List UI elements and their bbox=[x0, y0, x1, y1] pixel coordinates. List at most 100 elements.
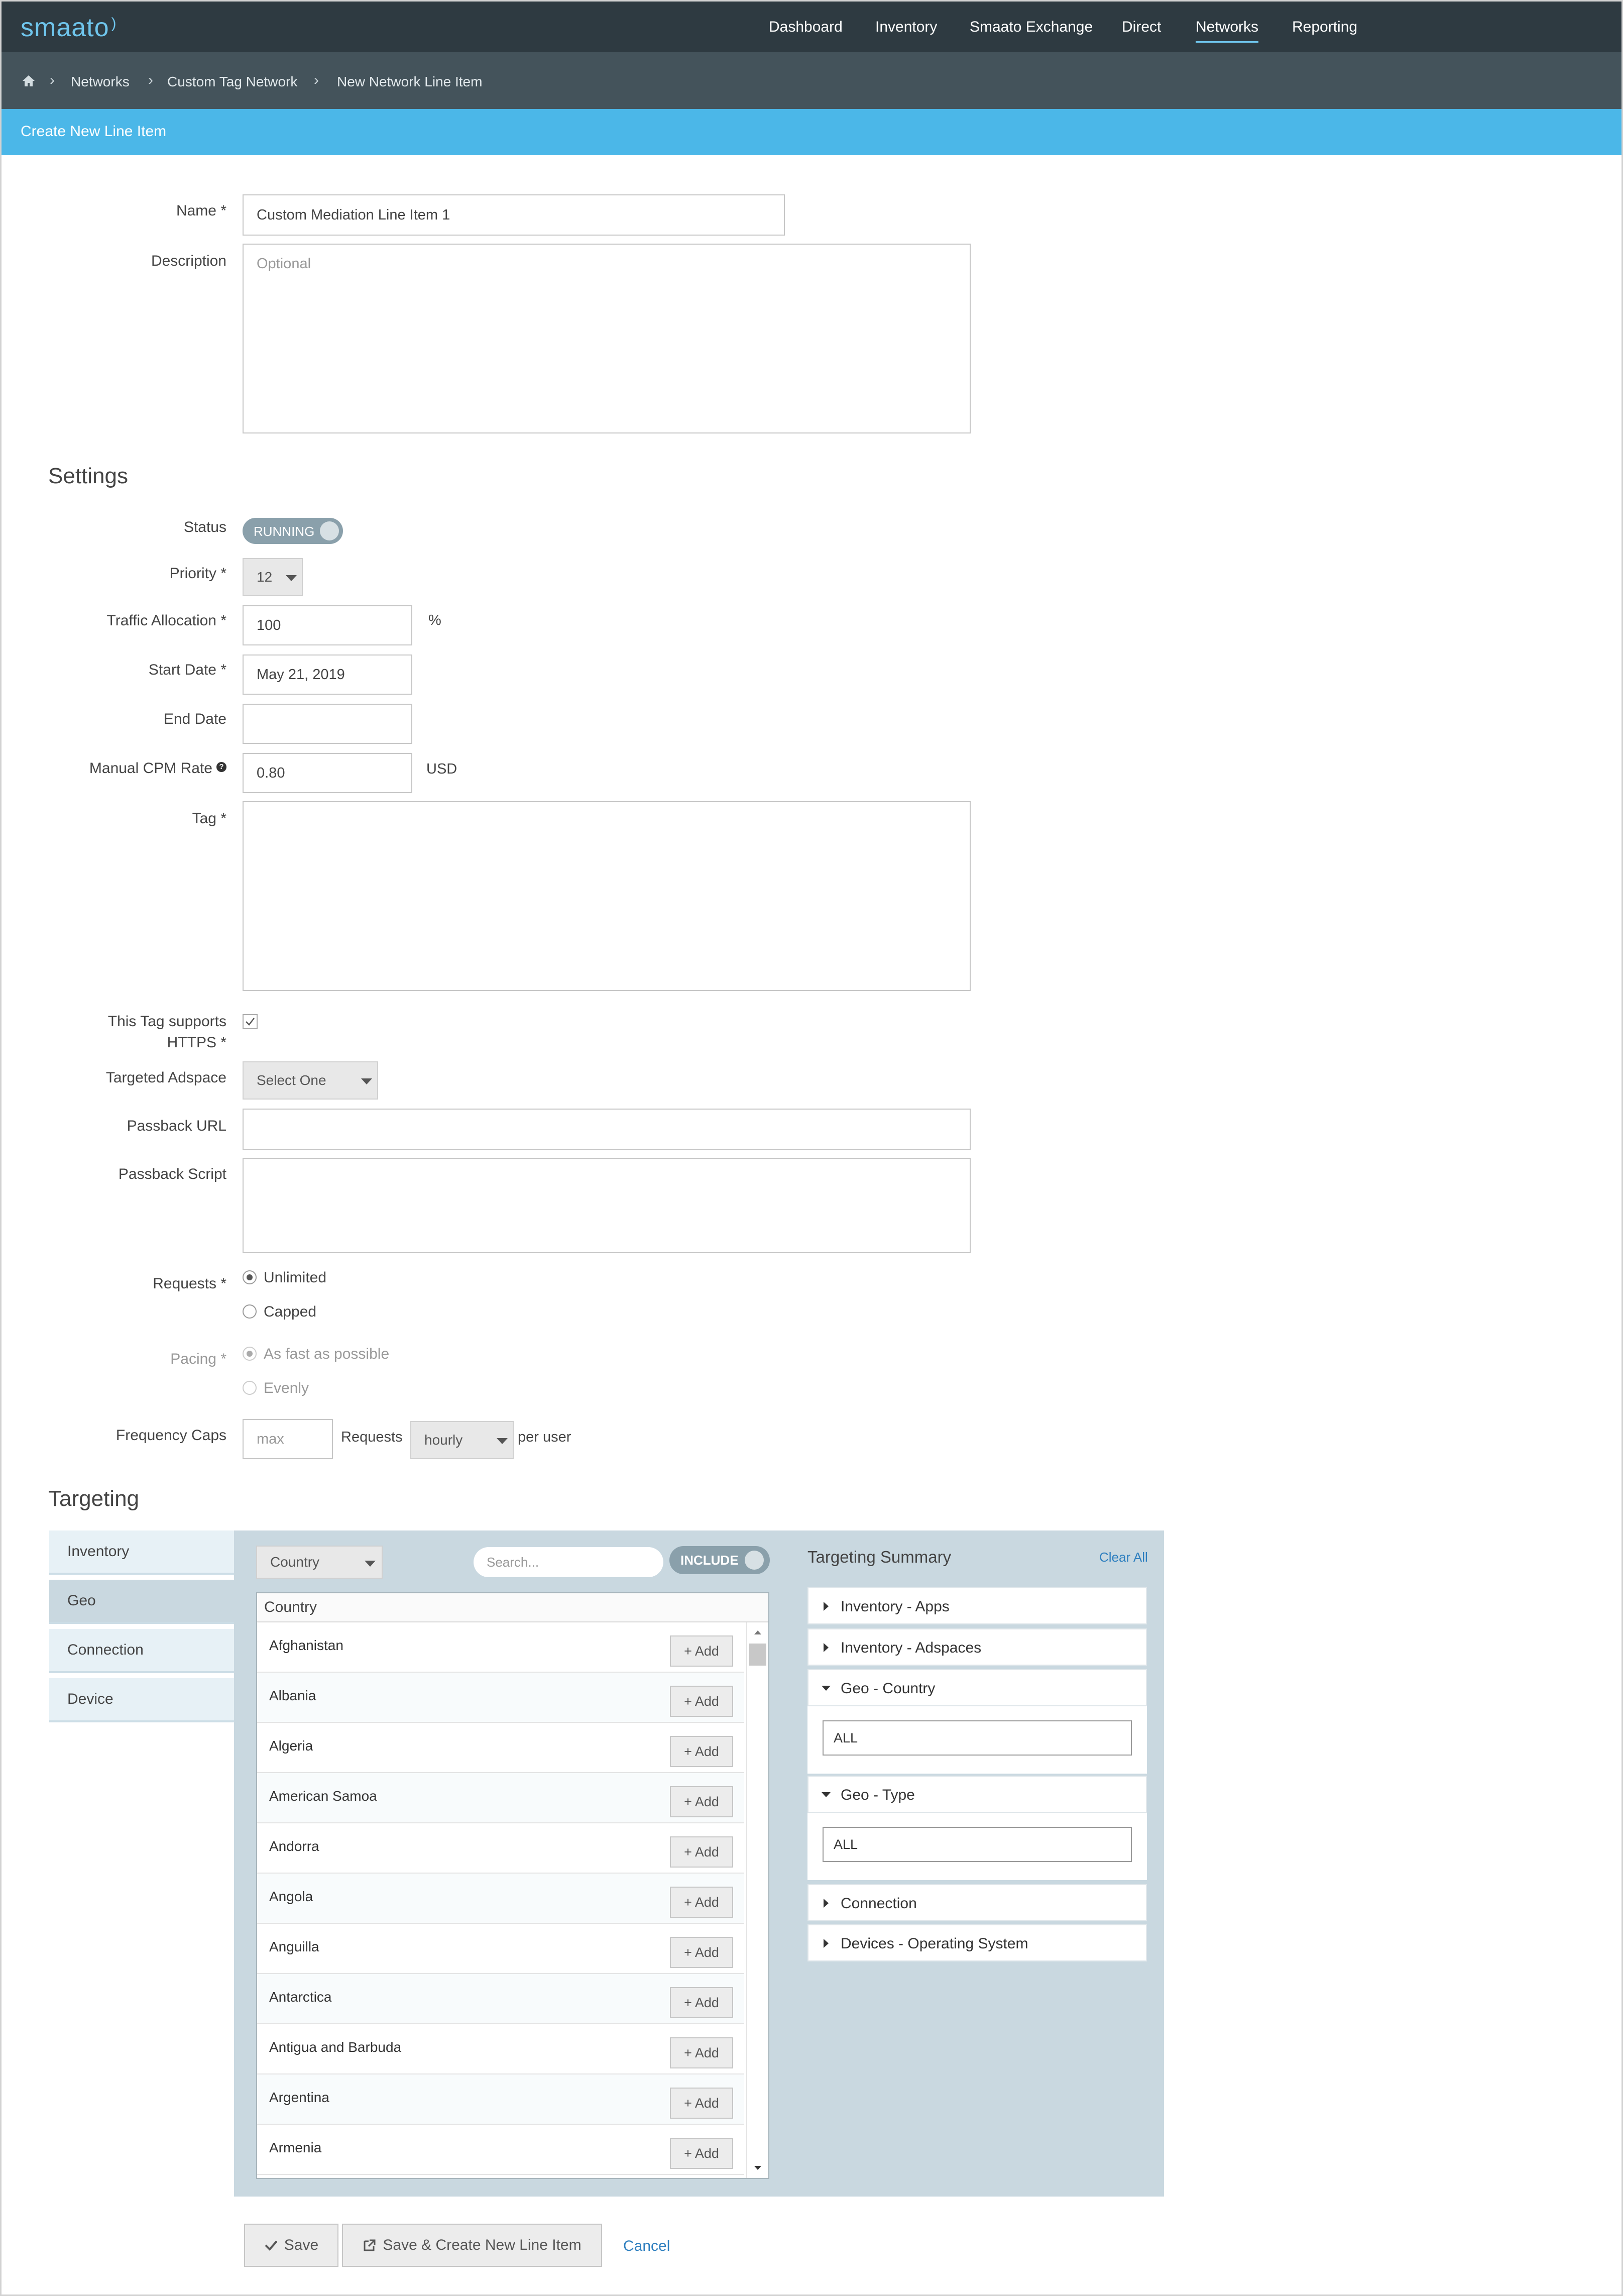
country-row: Algeria + Add bbox=[257, 1723, 744, 1773]
save-and-create-button[interactable]: Save & Create New Line Item bbox=[342, 2224, 602, 2267]
smaato-logo[interactable]: smaato) bbox=[21, 13, 117, 43]
targeting-tab-device[interactable]: Device bbox=[49, 1678, 234, 1722]
nav-inventory[interactable]: Inventory bbox=[875, 19, 937, 36]
caret-right-icon bbox=[824, 1643, 829, 1652]
country-list-scrollbar[interactable] bbox=[746, 1622, 768, 2178]
targeted-adspace-select[interactable]: Select One bbox=[243, 1061, 378, 1100]
add-country-button[interactable]: + Add bbox=[670, 2037, 733, 2068]
requests-capped-radio[interactable] bbox=[243, 1304, 257, 1319]
summary-geo-type-label: Geo - Type bbox=[841, 1787, 915, 1803]
add-country-button[interactable]: + Add bbox=[670, 1887, 733, 1918]
requests-capped-label: Capped bbox=[264, 1303, 317, 1320]
caret-down-icon bbox=[497, 1438, 508, 1444]
nav-direct[interactable]: Direct bbox=[1122, 19, 1161, 36]
add-country-button[interactable]: + Add bbox=[670, 1635, 733, 1667]
targeting-tab-inventory[interactable]: Inventory bbox=[49, 1530, 234, 1575]
traffic-allocation-input[interactable]: 100 bbox=[243, 605, 412, 645]
summary-devices-os[interactable]: Devices - Operating System bbox=[807, 1924, 1147, 1961]
summary-inventory-adspaces[interactable]: Inventory - Adspaces bbox=[807, 1628, 1147, 1666]
scroll-down-icon[interactable] bbox=[753, 2165, 762, 2171]
cpm-rate-input[interactable]: 0.80 bbox=[243, 753, 412, 793]
country-row: Antigua and Barbuda + Add bbox=[257, 2024, 744, 2074]
priority-value: 12 bbox=[257, 569, 273, 585]
cancel-link[interactable]: Cancel bbox=[623, 2238, 670, 2255]
requests-unlimited-label: Unlimited bbox=[264, 1269, 327, 1286]
scroll-up-icon[interactable] bbox=[753, 1629, 762, 1635]
tag-label: Tag * bbox=[192, 810, 226, 827]
add-country-button[interactable]: + Add bbox=[670, 2088, 733, 2119]
start-date-input[interactable]: May 21, 2019 bbox=[243, 654, 412, 695]
breadcrumb: › Networks › Custom Tag Network › New Ne… bbox=[2, 52, 1621, 109]
nav-smaato-exchange[interactable]: Smaato Exchange bbox=[970, 19, 1093, 36]
clear-all-link[interactable]: Clear All bbox=[1099, 1550, 1148, 1565]
description-label: Description bbox=[151, 253, 226, 269]
targeting-heading: Targeting bbox=[48, 1486, 140, 1511]
scrollbar-thumb[interactable] bbox=[749, 1644, 766, 1666]
tag-textarea[interactable] bbox=[243, 801, 971, 991]
targeting-tab-connection[interactable]: Connection bbox=[49, 1629, 234, 1673]
nav-networks[interactable]: Networks bbox=[1196, 19, 1259, 43]
passback-url-input[interactable] bbox=[243, 1109, 971, 1150]
toggle-knob bbox=[320, 521, 339, 540]
add-country-button[interactable]: + Add bbox=[670, 2138, 733, 2169]
end-date-label: End Date bbox=[163, 711, 226, 727]
targeting-summary-title: Targeting Summary bbox=[807, 1548, 952, 1566]
start-date-label: Start Date * bbox=[148, 662, 226, 678]
end-date-input[interactable] bbox=[243, 704, 412, 744]
toggle-knob bbox=[745, 1551, 764, 1570]
https-label-line1: This Tag supports bbox=[107, 1013, 226, 1030]
name-input[interactable]: Custom Mediation Line Item 1 bbox=[243, 194, 785, 236]
summary-connection[interactable]: Connection bbox=[807, 1884, 1147, 1921]
passback-script-label: Passback Script bbox=[118, 1166, 226, 1182]
targeting-tab-geo[interactable]: Geo bbox=[49, 1580, 234, 1624]
logo-text: smaato bbox=[21, 13, 109, 42]
add-country-button[interactable]: + Add bbox=[670, 1686, 733, 1717]
country-rows: Afghanistan + Add Albania + Add Algeria + Add… bbox=[257, 1622, 744, 2178]
breadcrumb-custom-tag-network[interactable]: Custom Tag Network bbox=[167, 74, 297, 90]
frequency-per-user-text: per user bbox=[518, 1429, 571, 1445]
geo-type-select[interactable]: Country bbox=[256, 1546, 383, 1579]
nav-dashboard[interactable]: Dashboard bbox=[769, 19, 843, 36]
frequency-period-select[interactable]: hourly bbox=[410, 1421, 514, 1459]
status-toggle[interactable]: RUNNING bbox=[243, 518, 343, 544]
pacing-label: Pacing * bbox=[170, 1351, 226, 1367]
add-country-button[interactable]: + Add bbox=[670, 1836, 733, 1868]
name-label: Name * bbox=[176, 202, 226, 219]
add-country-button[interactable]: + Add bbox=[670, 1987, 733, 2018]
add-country-button[interactable]: + Add bbox=[670, 1736, 733, 1767]
country-row: Armenia + Add bbox=[257, 2125, 744, 2175]
country-row: Angola + Add bbox=[257, 1874, 744, 1924]
save-button[interactable]: Save bbox=[244, 2224, 338, 2267]
add-country-button[interactable]: + Add bbox=[670, 1786, 733, 1817]
caret-right-icon bbox=[824, 1939, 829, 1948]
pacing-fast-radio[interactable] bbox=[243, 1347, 257, 1361]
frequency-caps-label: Frequency Caps bbox=[115, 1427, 226, 1444]
nav-reporting[interactable]: Reporting bbox=[1292, 19, 1357, 36]
summary-geo-country[interactable]: Geo - Country bbox=[807, 1669, 1147, 1706]
pacing-fast-label: As fast as possible bbox=[264, 1346, 390, 1362]
priority-select[interactable]: 12 bbox=[243, 558, 303, 596]
description-textarea[interactable]: Optional bbox=[243, 244, 971, 433]
geo-country-value-box: ALL bbox=[823, 1720, 1132, 1756]
home-icon[interactable] bbox=[22, 74, 36, 88]
summary-inventory-apps[interactable]: Inventory - Apps bbox=[807, 1587, 1147, 1624]
country-name: Antigua and Barbuda bbox=[269, 2039, 402, 2055]
passback-script-textarea[interactable] bbox=[243, 1158, 971, 1253]
https-checkbox[interactable] bbox=[243, 1014, 258, 1029]
frequency-max-input[interactable]: max bbox=[243, 1419, 333, 1459]
settings-heading: Settings bbox=[48, 464, 128, 488]
geo-type-value: Country bbox=[270, 1554, 320, 1570]
requests-unlimited-radio[interactable] bbox=[243, 1270, 257, 1284]
breadcrumb-networks[interactable]: Networks bbox=[71, 74, 130, 90]
help-icon[interactable]: ? bbox=[216, 762, 226, 773]
country-name: American Samoa bbox=[269, 1788, 377, 1804]
summary-geo-type[interactable]: Geo - Type bbox=[807, 1776, 1147, 1813]
include-toggle[interactable]: INCLUDE bbox=[669, 1546, 770, 1574]
pacing-evenly-radio[interactable] bbox=[243, 1381, 257, 1395]
https-label-line2: HTTPS * bbox=[167, 1034, 226, 1051]
country-name: Algeria bbox=[269, 1738, 313, 1754]
add-country-button[interactable]: + Add bbox=[670, 1937, 733, 1968]
country-name: Antarctica bbox=[269, 1989, 332, 2005]
summary-geo-country-body: ALL bbox=[807, 1706, 1147, 1774]
country-search-input[interactable]: Search... bbox=[474, 1547, 663, 1577]
